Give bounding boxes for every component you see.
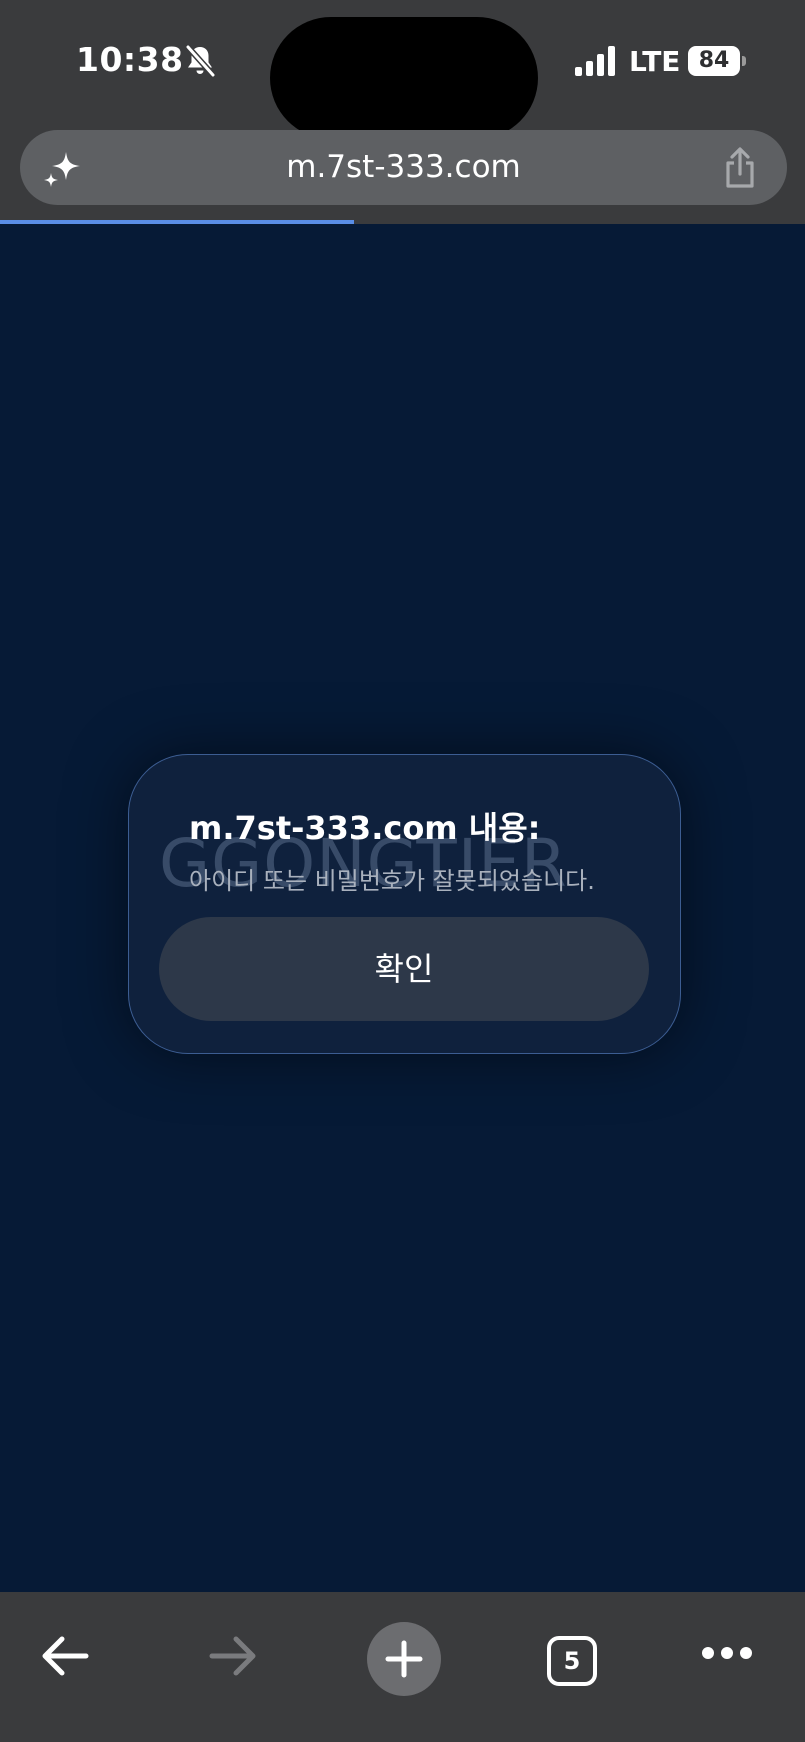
status-time: 10:38 (76, 40, 184, 79)
top-chrome: 10:38 LTE 84 m.7st-333.com (0, 0, 805, 222)
confirm-button[interactable]: 확인 (159, 917, 649, 1021)
bell-slash-icon (185, 45, 216, 77)
new-tab-button[interactable] (367, 1622, 441, 1696)
tabs-icon[interactable]: 5 (547, 1636, 597, 1686)
battery-level: 84 (688, 46, 740, 76)
battery-indicator: 84 (688, 46, 746, 76)
forward-arrow-icon[interactable] (208, 1634, 258, 1678)
network-label: LTE (629, 45, 681, 78)
phone-screen: 10:38 LTE 84 m.7st-333.com GGONGTIER m.7… (0, 0, 805, 1742)
dialog-message: 아이디 또는 비밀번호가 잘못되었습니다. (189, 867, 595, 895)
page-content: GGONGTIER m.7st-333.com 내용: 아이디 또는 비밀번호가… (0, 224, 805, 1592)
share-icon[interactable] (720, 146, 760, 190)
sparkle-icon[interactable] (42, 148, 84, 190)
bottom-toolbar: 5 (0, 1592, 805, 1742)
back-arrow-icon[interactable] (40, 1634, 90, 1678)
signal-icon (575, 46, 615, 76)
url-text[interactable]: m.7st-333.com (20, 130, 787, 205)
plus-icon (385, 1640, 423, 1678)
more-icon[interactable] (700, 1644, 754, 1662)
alert-dialog: GGONGTIER m.7st-333.com 내용: 아이디 또는 비밀번호가… (128, 754, 681, 1054)
battery-cap (742, 56, 746, 66)
dialog-title: m.7st-333.com 내용: (189, 809, 541, 847)
address-bar[interactable]: m.7st-333.com (20, 130, 787, 205)
dynamic-island (270, 17, 538, 139)
